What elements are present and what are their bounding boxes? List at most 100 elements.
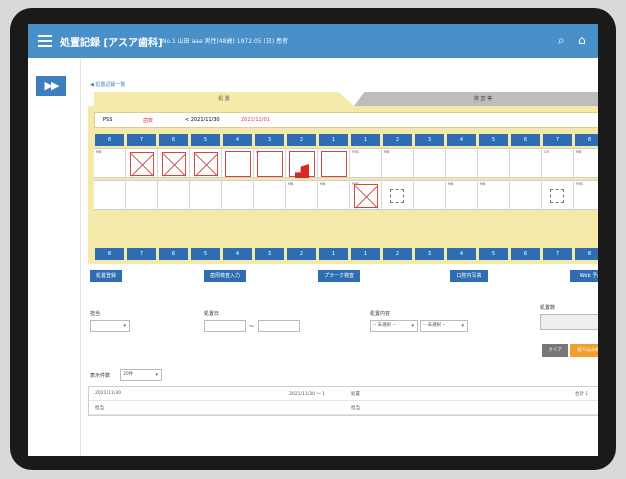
home-icon[interactable]: ⌂ [578,33,586,47]
filter-label-count[interactable]: 歯数 [143,117,153,124]
upper-tooth-r3[interactable]: 3 [255,134,284,146]
upper-tooth-cell[interactable] [478,149,510,179]
plaque-exam-button[interactable]: プラーク検査 [318,270,360,282]
upper-tooth-l6[interactable]: 6 [511,134,540,146]
tab-exam[interactable]: 検 査 等 [354,92,598,106]
lower-tooth-r8[interactable]: 8 [95,248,124,260]
upper-tooth-chart[interactable]: MB Cr FMC MB CR MB [94,148,598,179]
upper-tooth-r4[interactable]: 4 [223,134,252,146]
lower-tooth-cell[interactable] [382,181,414,211]
lower-tooth-cell[interactable] [126,181,158,211]
lower-tooth-cell[interactable] [254,181,286,211]
date-from[interactable]: < 2021/11/30 [185,117,220,123]
lower-tooth-cell[interactable] [222,181,254,211]
upper-tooth-l3[interactable]: 3 [415,134,444,146]
lower-tooth-l5[interactable]: 5 [479,248,508,260]
perio-exam-button[interactable]: 歯周検査入力 [204,270,246,282]
page-size-select[interactable]: 20件 ▾ [120,369,162,381]
treatment-register-button[interactable]: 処置登録 [90,270,122,282]
upper-tooth-cell[interactable] [158,149,190,179]
date-to[interactable]: 2021/12/01 [241,117,270,123]
upper-tooth-cell[interactable] [190,149,222,179]
upper-tooth-cell[interactable]: Cr [254,149,286,179]
lower-tooth-cell[interactable]: MB [318,181,350,211]
upper-tooth-r5[interactable]: 5 [191,134,220,146]
upper-tooth-cell[interactable] [510,149,542,179]
menu-icon[interactable] [38,35,52,47]
treatment-content-select-1[interactable]: -- 未選択 -- ▾ [370,320,418,332]
upper-tooth-r6[interactable]: 6 [159,134,188,146]
upper-tooth-cell[interactable] [446,149,478,179]
lower-tooth-l1[interactable]: 1 [351,248,380,260]
upper-tooth-l2[interactable]: 2 [383,134,412,146]
treatment-content-select-2[interactable]: -- 未選択 -- ▾ [420,320,468,332]
lower-tooth-cell[interactable]: FMC [574,181,598,211]
table-row[interactable]: 2021/11/30 2021/11/30 〜 1 処置 合計 1 [89,387,598,401]
lower-tooth-cell[interactable] [510,181,542,211]
upper-tooth-cell[interactable] [318,149,350,179]
lower-tooth-r7[interactable]: 7 [127,248,156,260]
intraoral-photo-button[interactable]: 口腔内写真 [450,270,488,282]
upper-tooth-l8[interactable]: 8 [575,134,598,146]
upper-tooth-l5[interactable]: 5 [479,134,508,146]
lower-tooth-r2[interactable]: 2 [287,248,316,260]
row-staff-2: 担当 [351,406,360,411]
dental-chart-panel: PSS 歯数 < 2021/11/30 2021/12/01 › 8765432… [88,106,598,264]
lower-tooth-cell[interactable] [542,181,574,211]
lower-tooth-l2[interactable]: 2 [383,248,412,260]
filter-search-button[interactable]: 絞り込み検索 [570,344,598,357]
lower-tooth-l4[interactable]: 4 [447,248,476,260]
app-title: 処置記録 [アスア歯科] [60,38,163,49]
sidebar-toggle-button[interactable]: ▶▶ [36,76,66,96]
upper-tooth-cell[interactable]: MB [574,149,598,179]
clear-button[interactable]: クリア [542,344,568,357]
upper-tooth-r7[interactable]: 7 [127,134,156,146]
lower-tooth-l6[interactable]: 6 [511,248,540,260]
lower-tooth-l7[interactable]: 7 [543,248,572,260]
filter-label-pss[interactable]: PSS [103,117,112,123]
lower-tooth-l8[interactable]: 8 [575,248,598,260]
treatment-count-input[interactable] [540,314,598,330]
tab-treatment[interactable]: 処 置 [94,92,354,106]
staff-select[interactable]: ▾ [90,320,130,332]
breadcrumb[interactable]: ◀ 処置記録一覧 [90,81,125,88]
upper-tooth-l4[interactable]: 4 [447,134,476,146]
upper-tooth-cell[interactable]: FMC [350,149,382,179]
date-from-input[interactable] [204,320,246,332]
app-header: 処置記録 [アスア歯科] No.1 山田 aaa 男性(48歳) 1972.05… [28,24,598,58]
bridge-mark [550,189,564,203]
lower-tooth-r6[interactable]: 6 [159,248,188,260]
web-reservation-button[interactable]: Web 予約 [570,270,598,282]
table-row[interactable]: 担当 担当 [89,401,598,415]
upper-tooth-cell[interactable] [126,149,158,179]
lower-tooth-cell[interactable]: MB [286,181,318,211]
lower-tooth-l3[interactable]: 3 [415,248,444,260]
lower-tooth-chart[interactable]: MB MB FMC MB MB FMC [94,180,598,211]
treatment-content-label: 処置内容 [370,311,391,317]
upper-tooth-l7[interactable]: 7 [543,134,572,146]
upper-tooth-r1[interactable]: 1 [319,134,348,146]
upper-tooth-cell[interactable] [222,149,254,179]
upper-tooth-cell[interactable]: MB [94,149,126,179]
search-icon[interactable]: ⌕ [558,33,565,47]
lower-tooth-cell[interactable] [158,181,190,211]
lower-tooth-r5[interactable]: 5 [191,248,220,260]
upper-tooth-cell[interactable] [286,149,318,179]
upper-tooth-cell[interactable]: CR [542,149,574,179]
lower-tooth-r3[interactable]: 3 [255,248,284,260]
upper-tooth-cell[interactable] [414,149,446,179]
upper-tooth-l1[interactable]: 1 [351,134,380,146]
upper-tooth-r8[interactable]: 8 [95,134,124,146]
lower-tooth-r4[interactable]: 4 [223,248,252,260]
lower-tooth-cell[interactable]: FMC [350,181,382,211]
lower-tooth-cell[interactable] [94,181,126,211]
chart-filter-bar: PSS 歯数 < 2021/11/30 2021/12/01 › [94,112,598,128]
upper-tooth-r2[interactable]: 2 [287,134,316,146]
date-to-input[interactable] [258,320,300,332]
lower-tooth-cell[interactable] [190,181,222,211]
lower-tooth-cell[interactable]: MB [478,181,510,211]
lower-tooth-r1[interactable]: 1 [319,248,348,260]
lower-tooth-cell[interactable] [414,181,446,211]
upper-tooth-cell[interactable]: MB [382,149,414,179]
lower-tooth-cell[interactable]: MB [446,181,478,211]
